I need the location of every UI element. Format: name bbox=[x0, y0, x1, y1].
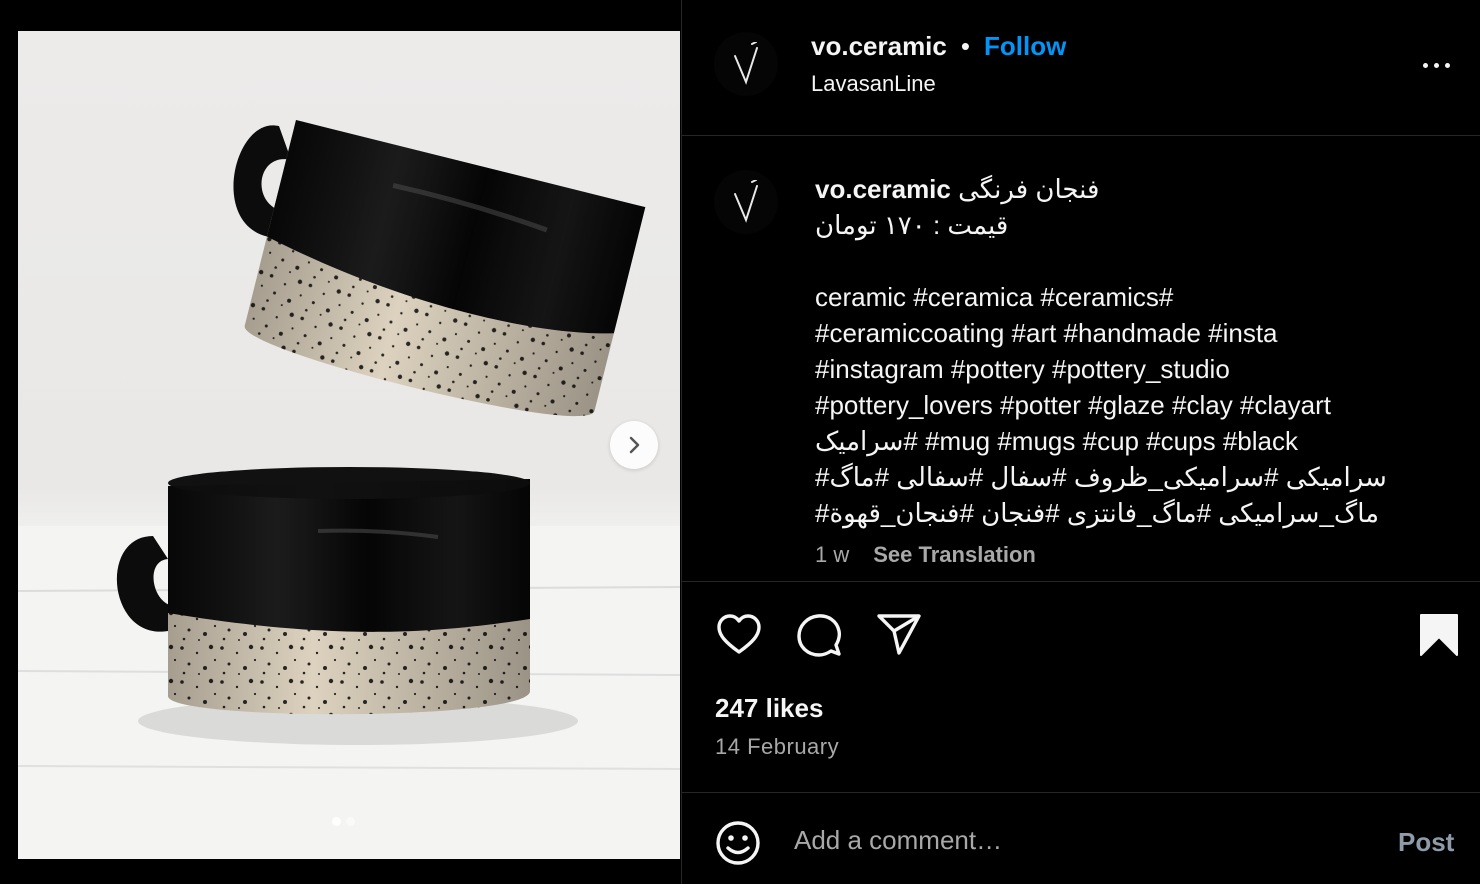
hashtag-line[interactable]: ceramic #ceramica #ceramics# bbox=[815, 279, 1435, 315]
slide-indicator bbox=[332, 817, 355, 826]
media-pane bbox=[0, 0, 681, 884]
bookmark-icon bbox=[1420, 614, 1458, 656]
caption-title: فنجان فرنگی bbox=[958, 174, 1100, 204]
hashtag-line[interactable]: سرامیک# #mug #mugs #cup #cups #black bbox=[815, 423, 1435, 459]
avatar[interactable] bbox=[714, 32, 778, 96]
caption-text: vo.ceramic فنجان فرنگی قیمت : ۱۷۰ تومان … bbox=[815, 171, 1435, 531]
instagram-post-viewer: vo.ceramic • Follow LavasanLine vo.ceram… bbox=[0, 0, 1480, 884]
more-options-button[interactable] bbox=[1414, 50, 1458, 80]
brand-logo-icon bbox=[734, 180, 758, 223]
more-horizontal-icon bbox=[1422, 62, 1428, 68]
share-button[interactable] bbox=[875, 611, 923, 664]
brand-logo-icon bbox=[734, 42, 758, 85]
save-button[interactable] bbox=[1419, 613, 1459, 662]
avatar[interactable] bbox=[714, 170, 778, 234]
post-comment-button[interactable]: Post bbox=[1398, 827, 1454, 858]
caption-price: قیمت : ۱۷۰ تومان bbox=[815, 210, 1009, 240]
heart-icon bbox=[717, 614, 761, 654]
caption-age[interactable]: 1 w bbox=[815, 542, 849, 568]
slide-dot bbox=[346, 817, 355, 826]
see-translation-button[interactable]: See Translation bbox=[873, 542, 1036, 568]
header-user-row: vo.ceramic • Follow bbox=[811, 31, 1066, 62]
more-horizontal-icon bbox=[1433, 62, 1439, 68]
paper-plane-icon bbox=[877, 614, 921, 655]
slide-dot-active bbox=[332, 817, 341, 826]
hashtag-line[interactable]: #instagram #pottery #pottery_studio bbox=[815, 351, 1435, 387]
post-image[interactable] bbox=[18, 31, 680, 859]
chevron-right-icon bbox=[629, 436, 640, 454]
caption-username-link[interactable]: vo.ceramic bbox=[815, 174, 951, 204]
comment-icon bbox=[797, 614, 842, 657]
location-link[interactable]: LavasanLine bbox=[811, 71, 936, 97]
post-actions: 247 likes 14 February bbox=[682, 583, 1480, 793]
like-button[interactable] bbox=[715, 611, 763, 664]
caption-first-line: vo.ceramic فنجان فرنگی bbox=[815, 171, 1435, 207]
post-image-illustration bbox=[18, 120, 680, 859]
hashtag-line[interactable]: #سرامیکی #سرامیکی_ظروف #سفال #سفالی #ماگ bbox=[815, 459, 1435, 495]
more-horizontal-icon bbox=[1444, 62, 1450, 68]
caption-meta: 1 w See Translation bbox=[815, 542, 1036, 568]
caption-section: vo.ceramic فنجان فرنگی قیمت : ۱۷۰ تومان … bbox=[682, 137, 1480, 582]
post-header: vo.ceramic • Follow LavasanLine bbox=[682, 0, 1480, 136]
hashtag-line[interactable]: #pottery_lovers #potter #glaze #clay #cl… bbox=[815, 387, 1435, 423]
emoji-smile-icon bbox=[716, 821, 760, 865]
hashtag-line[interactable]: #ceramiccoating #art #handmade #insta bbox=[815, 315, 1435, 351]
hashtag-line[interactable]: #ماگ_سرامیکی #ماگ_فانتزی #فنجان #فنجان_ق… bbox=[815, 495, 1435, 531]
likes-count[interactable]: 247 likes bbox=[715, 693, 823, 724]
separator-dot: • bbox=[960, 31, 970, 61]
comment-input[interactable] bbox=[794, 822, 1354, 858]
username-link[interactable]: vo.ceramic bbox=[811, 31, 947, 62]
comment-button[interactable] bbox=[795, 611, 843, 664]
post-details: vo.ceramic • Follow LavasanLine vo.ceram… bbox=[681, 0, 1480, 884]
emoji-button[interactable] bbox=[714, 819, 762, 872]
comment-bar: Post bbox=[682, 794, 1480, 884]
next-slide-button[interactable] bbox=[610, 421, 658, 469]
follow-button[interactable]: Follow bbox=[984, 31, 1066, 62]
post-date[interactable]: 14 February bbox=[715, 734, 839, 760]
